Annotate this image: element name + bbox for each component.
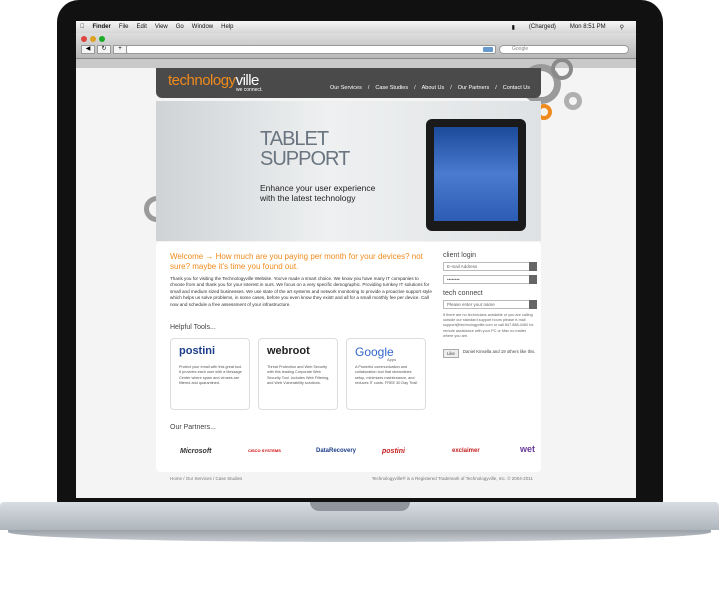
like-button[interactable]: Like xyxy=(443,349,459,359)
decor-circle-icon xyxy=(551,58,573,80)
tablet-image xyxy=(426,119,526,231)
browser-toolbar: ◀ ↻ + Google xyxy=(76,33,636,68)
nav-separator: / xyxy=(450,85,452,91)
decor-circle-icon xyxy=(564,92,582,110)
menu-finder[interactable]: Finder xyxy=(93,24,111,30)
os-menubar:  Finder File Edit View Go Window Help ▮… xyxy=(76,21,636,33)
nav-our-services[interactable]: Our Services xyxy=(330,85,362,91)
partner-wet[interactable]: wet xyxy=(520,444,535,454)
menu-help[interactable]: Help xyxy=(221,24,233,30)
tablet-screen xyxy=(434,127,518,221)
laptop-base-bottom xyxy=(8,530,711,542)
battery-status: (Charged) xyxy=(528,23,556,30)
helpful-tools-heading: Helpful Tools... xyxy=(170,324,216,331)
tool-description: Threat Protection and Web Security with … xyxy=(267,365,330,386)
tech-connect-heading: tech connect xyxy=(443,290,483,297)
nav-separator: / xyxy=(495,85,497,91)
name-field[interactable]: Please enter your name xyxy=(443,300,537,309)
hero-title: TABLET SUPPORT xyxy=(260,128,350,170)
menu-edit[interactable]: Edit xyxy=(137,24,147,30)
laptop-base xyxy=(0,502,719,597)
client-login-heading: client login xyxy=(443,252,477,259)
zoom-icon[interactable] xyxy=(99,36,105,42)
submit-arrow-icon[interactable] xyxy=(529,262,537,271)
menu-file[interactable]: File xyxy=(119,24,129,30)
logo-text: technology xyxy=(168,72,236,89)
tool-card-webroot[interactable]: webroot Threat Protection and Web Securi… xyxy=(258,338,338,410)
tool-card-postini[interactable]: postini Protect your email with this gre… xyxy=(170,338,250,410)
reload-icon[interactable]: ↻ xyxy=(97,45,111,54)
facebook-like: Like Daniel Kinsella and 19 others like … xyxy=(443,349,537,359)
battery-icon[interactable]: ▮ xyxy=(512,24,515,31)
search-input[interactable]: Google xyxy=(499,45,629,54)
support-note: If there are no technicians available or… xyxy=(443,313,534,338)
email-field[interactable]: E-mail Address xyxy=(443,262,537,271)
menu-go[interactable]: Go xyxy=(176,24,184,30)
like-text: Daniel Kinsella and 19 others like this. xyxy=(462,349,536,355)
site-footer: Home / Our Services / Case Studies Techn… xyxy=(156,476,541,486)
submit-arrow-icon[interactable] xyxy=(529,300,537,309)
hero-title-line: SUPPORT xyxy=(260,148,350,170)
nav-contact-us[interactable]: Contact Us xyxy=(503,85,530,91)
laptop-screen:  Finder File Edit View Go Window Help ▮… xyxy=(76,21,636,498)
tool-description: A Powerful communication and collaborati… xyxy=(355,365,418,386)
welcome-heading: Welcome → How much are you paying per mo… xyxy=(170,252,423,271)
window-controls xyxy=(81,36,105,42)
apple-icon[interactable]:  xyxy=(80,24,85,30)
footer-links[interactable]: Home / Our Services / Case Studies xyxy=(170,476,242,481)
tool-description: Protect your email with this great tool.… xyxy=(179,365,243,386)
back-icon[interactable]: ◀ xyxy=(81,45,95,54)
menu-window[interactable]: Window xyxy=(192,24,213,30)
nav-case-studies[interactable]: Case Studies xyxy=(375,85,408,91)
partner-postini[interactable]: postini xyxy=(382,448,405,455)
tool-card-google[interactable]: Google Apps A Powerful communication and… xyxy=(346,338,426,410)
partner-cisco[interactable]: CISCO SYSTEMS xyxy=(248,448,281,453)
site-nav: Our Services / Case Studies / About Us /… xyxy=(327,85,533,91)
password-field[interactable]: •••••••• xyxy=(443,275,537,284)
clock[interactable]: Mon 8:51 PM xyxy=(570,24,606,31)
site-header: technologyville we connect. Our Services… xyxy=(156,68,541,98)
submit-arrow-icon[interactable] xyxy=(529,275,537,284)
postini-logo: postini xyxy=(179,345,216,357)
hero-subtitle-line: Enhance your user experience xyxy=(260,183,376,193)
main-content: Welcome → How much are you paying per mo… xyxy=(156,242,541,472)
nav-about-us[interactable]: About Us xyxy=(422,85,445,91)
hero-subtitle: Enhance your user experience with the la… xyxy=(260,183,375,203)
hero-title-line: TABLET xyxy=(260,128,329,150)
partner-microsoft[interactable]: Microsoft xyxy=(180,448,212,455)
nav-separator: / xyxy=(414,85,416,91)
web-page: technologyville we connect. Our Services… xyxy=(76,58,636,498)
rss-icon[interactable] xyxy=(483,47,493,52)
minimize-icon[interactable] xyxy=(90,36,96,42)
menu-view[interactable]: View xyxy=(155,24,168,30)
close-icon[interactable] xyxy=(81,36,87,42)
intro-text: Thank you for visiting the Technologyvil… xyxy=(170,276,432,307)
hero-banner: TABLET SUPPORT Enhance your user experie… xyxy=(156,101,541,241)
nav-buttons: ◀ ↻ + xyxy=(81,45,127,54)
google-apps-label: Apps xyxy=(387,357,397,362)
spotlight-icon[interactable]: ⚲ xyxy=(620,24,624,31)
partner-datarecovery[interactable]: DataRecovery xyxy=(316,448,356,454)
nav-our-partners[interactable]: Our Partners xyxy=(458,85,489,91)
footer-copyright: Technologyville® is a Registered Tradema… xyxy=(371,476,533,481)
hero-subtitle-line: with the latest technology xyxy=(260,193,356,203)
our-partners-heading: Our Partners... xyxy=(170,424,216,431)
nav-separator: / xyxy=(367,85,370,91)
tagline: we connect. xyxy=(236,87,263,93)
partner-exclaimer[interactable]: exclaimer xyxy=(452,448,480,454)
url-field[interactable] xyxy=(126,45,496,54)
laptop-notch xyxy=(310,502,410,511)
add-tab-icon[interactable]: + xyxy=(113,45,127,54)
webroot-logo: webroot xyxy=(267,345,310,357)
sidebar: client login E-mail Address •••••••• tec… xyxy=(443,252,537,359)
